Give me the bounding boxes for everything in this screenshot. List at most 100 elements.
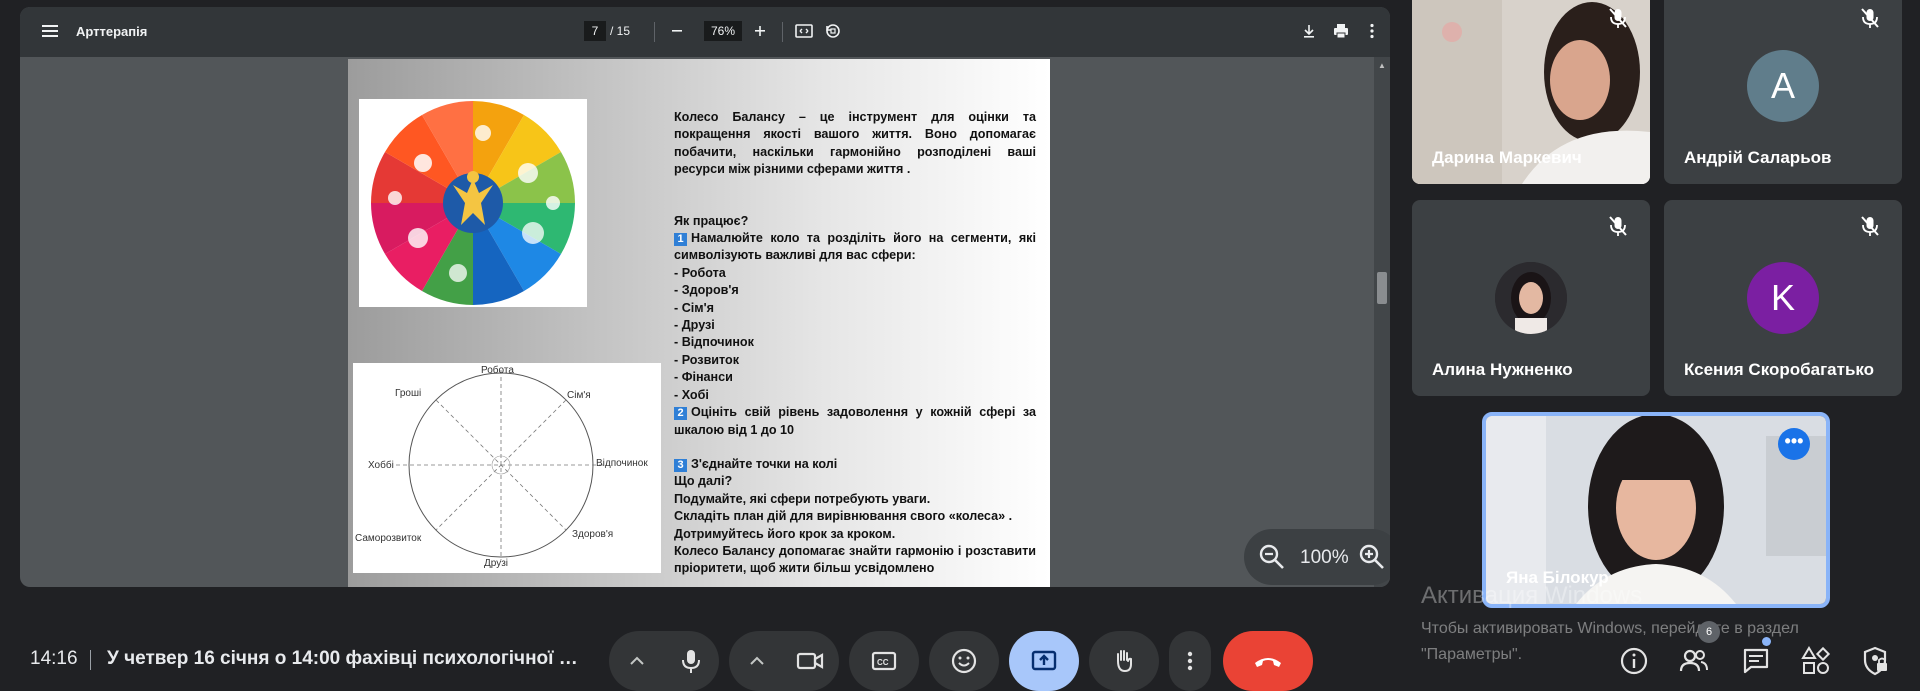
participant-name: Андрій Саларьов — [1684, 148, 1832, 167]
mic-off-icon — [1856, 212, 1884, 240]
participant-tile[interactable]: Дарина Маркевич — [1412, 0, 1650, 184]
pdf-toolbar: Арттерапія 7 / 15 76% — [20, 7, 1390, 57]
floating-zoom-control: 100% — [1244, 529, 1390, 585]
step-number: 1 — [674, 233, 687, 247]
windows-activation-title: Активация Windows — [1421, 582, 1643, 609]
camera-control-group — [729, 631, 839, 691]
camera-icon[interactable] — [795, 647, 825, 675]
raise-hand-button[interactable] — [1089, 631, 1159, 691]
download-icon[interactable] — [1298, 20, 1320, 42]
wheel-of-balance-image — [359, 99, 587, 307]
chevron-up-icon[interactable] — [627, 651, 647, 671]
zoom-value: 100% — [1300, 547, 1349, 568]
diagram-label-bottom: Друзі — [484, 558, 508, 569]
more-vert-icon[interactable] — [1361, 20, 1383, 42]
participant-name: Ксения Скоробагатько — [1684, 360, 1875, 379]
page-number-input[interactable]: 7 — [584, 21, 606, 41]
next-line: Дотримуйтесь його крок за кроком. — [674, 526, 896, 541]
more-vert-icon — [1187, 651, 1193, 671]
emoji-icon — [951, 648, 977, 674]
step-number: 3 — [674, 458, 687, 472]
participant-tile-speaking[interactable]: ••• Яна Білокур — [1482, 412, 1830, 608]
step-number: 2 — [674, 407, 687, 421]
scrollbar-thumb[interactable] — [1377, 272, 1387, 304]
print-icon[interactable] — [1330, 20, 1352, 42]
pdf-scrollbar[interactable] — [1374, 57, 1390, 587]
meeting-title: У четвер 16 січня о 14:00 фахівці психол… — [107, 648, 578, 669]
pdf-page: Робота Гроші Сім'я Хоббі Відпочинок Само… — [348, 59, 1050, 587]
participant-name: Дарина Маркевич — [1432, 148, 1582, 167]
step-2: 2 Оцініть свій рівень задоволення у кожні… — [674, 405, 1036, 437]
chevron-up-icon[interactable] — [747, 651, 767, 671]
more-options-icon[interactable]: ••• — [1778, 428, 1810, 460]
mic-off-icon — [1604, 4, 1632, 32]
step-3: 3 З'єднайте точки на колі — [674, 456, 1036, 473]
wheel-diagram: Робота Гроші Сім'я Хоббі Відпочинок Само… — [353, 363, 661, 573]
avatar: K — [1747, 262, 1819, 334]
host-controls-icon[interactable] — [1858, 644, 1892, 678]
sphere-item: - Робота — [674, 265, 726, 280]
diagram-label-right: Відпочинок — [596, 458, 648, 469]
present-button[interactable] — [1009, 631, 1079, 691]
mic-control-group — [609, 631, 719, 691]
info-icon[interactable] — [1617, 644, 1651, 678]
chat-icon[interactable] — [1739, 644, 1773, 678]
diagram-label-top: Робота — [481, 364, 514, 376]
zoom-level-input[interactable]: 76% — [704, 21, 742, 41]
toolbar-divider — [654, 22, 655, 42]
people-icon[interactable] — [1677, 644, 1711, 678]
sphere-item: - Хобі — [674, 387, 709, 402]
emoji-button[interactable] — [929, 631, 999, 691]
sphere-item: - Фінанси — [674, 370, 733, 385]
document-title: Арттерапія — [76, 24, 148, 39]
page-total: / 15 — [610, 24, 631, 38]
participant-name: Алина Нужненко — [1432, 360, 1573, 379]
final-paragraph: Колесо Балансу допомагає знайти гармонію… — [674, 543, 1036, 576]
more-options-button[interactable] — [1169, 631, 1211, 691]
captions-button[interactable]: CC — [849, 631, 919, 691]
diagram-label-left: Хоббі — [368, 459, 394, 471]
avatar: A — [1747, 50, 1819, 122]
participant-tile[interactable]: Алина Нужненко — [1412, 200, 1650, 396]
next-title: Що далі? — [674, 474, 733, 489]
end-call-button[interactable] — [1223, 631, 1313, 691]
sphere-item: - Відпочинок — [674, 335, 754, 350]
svg-text:CC: CC — [877, 658, 889, 667]
mic-off-icon — [1604, 212, 1632, 240]
how-title: Як працює? — [674, 213, 749, 228]
diagram-label-top-left: Гроші — [395, 388, 421, 399]
next-line: Подумайте, які сфери потребують уваги. — [674, 491, 931, 506]
next-line: Складіть план дій для вирівнювання свого… — [674, 509, 1013, 524]
step-1: 1 Намалюйте коло та розділіть його на сег… — [674, 231, 1036, 263]
sphere-item: - Здоров'я — [674, 283, 739, 298]
toolbar-divider — [782, 22, 783, 42]
sphere-item: - Сім'я — [674, 300, 714, 315]
sphere-item: - Розвиток — [674, 352, 740, 367]
mic-icon[interactable] — [677, 647, 705, 675]
fit-page-icon[interactable] — [793, 20, 815, 42]
people-count-badge: 6 — [1698, 621, 1720, 643]
zoom-in-icon[interactable] — [1358, 543, 1386, 571]
avatar — [1495, 262, 1567, 334]
participant-tile[interactable]: K Ксения Скоробагатько — [1664, 200, 1902, 396]
rotate-icon[interactable] — [822, 20, 844, 42]
diagram-label-bottom-right: Здоров'я — [572, 529, 613, 540]
activities-icon[interactable] — [1799, 644, 1833, 678]
diagram-label-bottom-left: Саморозвиток — [355, 533, 422, 544]
final-tail: . — [674, 578, 678, 587]
end-call-icon — [1255, 658, 1281, 667]
sphere-item: - Друзі — [674, 318, 715, 333]
raise-hand-icon — [1117, 650, 1132, 673]
zoom-out-icon[interactable] — [666, 20, 688, 42]
participant-tile[interactable]: A Андрій Саларьов — [1664, 0, 1902, 184]
zoom-in-icon[interactable] — [749, 20, 771, 42]
intro-paragraph: Колесо Балансу – це інструмент для оцінк… — [674, 110, 1036, 177]
menu-icon[interactable] — [40, 22, 60, 42]
zoom-out-icon[interactable] — [1258, 543, 1286, 571]
page-text-block: Колесо Балансу – це інструмент для оцінк… — [674, 109, 1036, 587]
scroll-up-icon[interactable]: ▲ — [1378, 61, 1386, 70]
present-icon — [1031, 650, 1057, 671]
diagram-label-top-right: Сім'я — [567, 390, 591, 401]
meet-window: Арттерапія 7 / 15 76% Робота Гроші Сім'я… — [0, 0, 1920, 691]
captions-icon: CC — [871, 651, 897, 671]
